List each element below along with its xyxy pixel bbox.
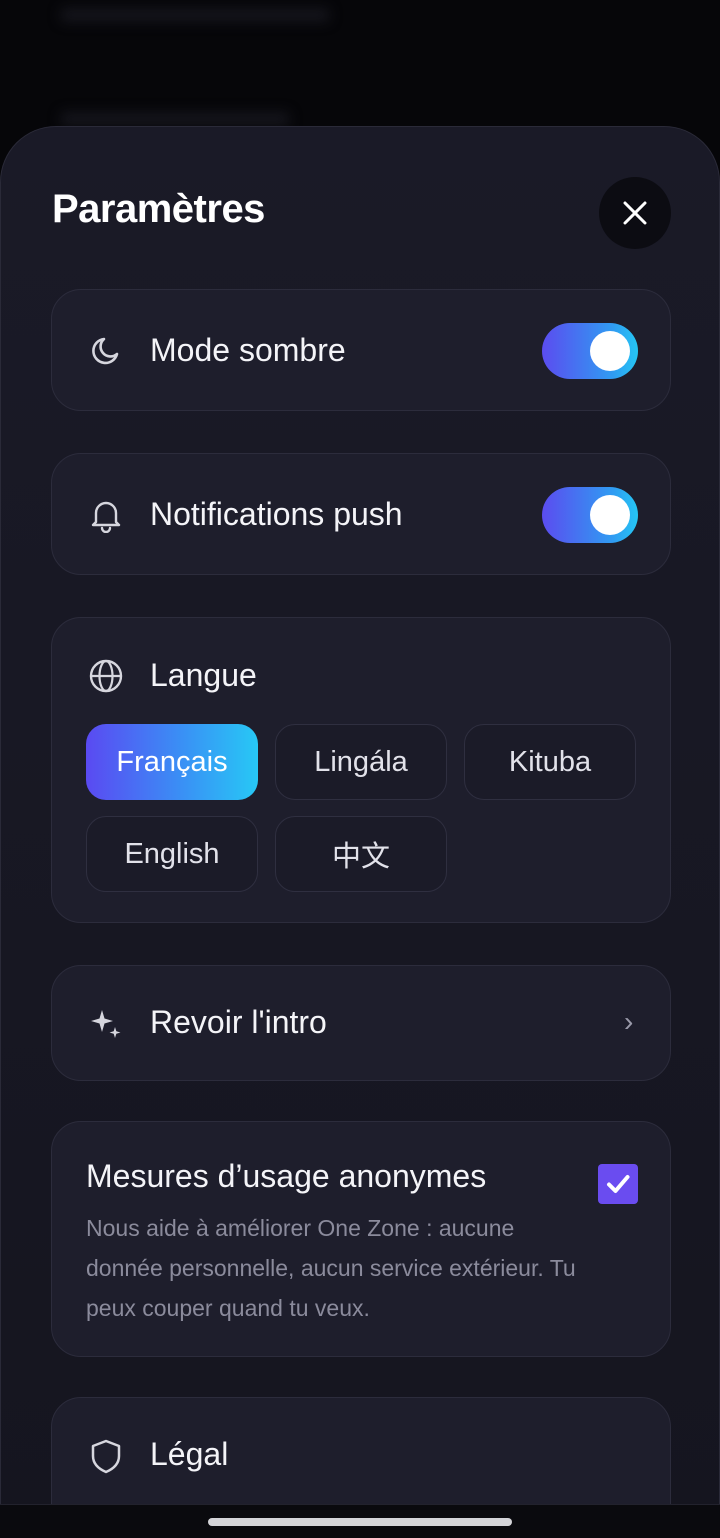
replay-intro-label: Revoir l'intro [150, 1004, 327, 1040]
shield-icon [86, 1436, 126, 1476]
dark-mode-toggle[interactable] [542, 323, 638, 379]
blurred-background-text [60, 112, 290, 126]
globe-icon [86, 656, 126, 696]
sheet-title: Paramètres [52, 187, 265, 231]
replay-intro-row[interactable]: Revoir l'intro › [51, 965, 671, 1081]
sparkle-icon [86, 1004, 126, 1044]
blurred-background-text [60, 8, 330, 22]
settings-sheet: Paramètres Mode sombre Notifications pus… [0, 126, 720, 1538]
push-notifications-label: Notifications push [150, 496, 403, 532]
moon-icon [86, 331, 126, 371]
language-option-chinese[interactable]: 中文 [275, 816, 447, 892]
analytics-description: Nous aide à améliorer One Zone : aucune … [86, 1215, 576, 1321]
legal-label: Légal [150, 1436, 229, 1472]
dark-mode-row: Mode sombre [51, 289, 671, 411]
push-notifications-toggle[interactable] [542, 487, 638, 543]
toggle-knob [590, 495, 630, 535]
close-icon [623, 201, 647, 225]
push-notifications-row: Notifications push [51, 453, 671, 575]
analytics-checkbox[interactable] [598, 1164, 638, 1204]
checkmark-icon [607, 1175, 630, 1193]
analytics-label: Mesures d’usage anonymes [86, 1158, 487, 1194]
language-option-lingala[interactable]: Lingála [275, 724, 447, 800]
bell-icon [86, 495, 126, 535]
language-option-kituba[interactable]: Kituba [464, 724, 636, 800]
toggle-knob [590, 331, 630, 371]
language-section: Langue Français Lingála Kituba English 中… [51, 617, 671, 923]
close-button[interactable] [599, 177, 671, 249]
language-option-english[interactable]: English [86, 816, 258, 892]
dark-mode-label: Mode sombre [150, 332, 346, 368]
language-label: Langue [150, 657, 257, 693]
anonymous-analytics-row: Mesures d’usage anonymes Nous aide à amé… [51, 1121, 671, 1357]
chevron-right-icon: › [624, 1006, 634, 1037]
home-indicator[interactable] [208, 1518, 512, 1526]
language-option-francais[interactable]: Français [86, 724, 258, 800]
